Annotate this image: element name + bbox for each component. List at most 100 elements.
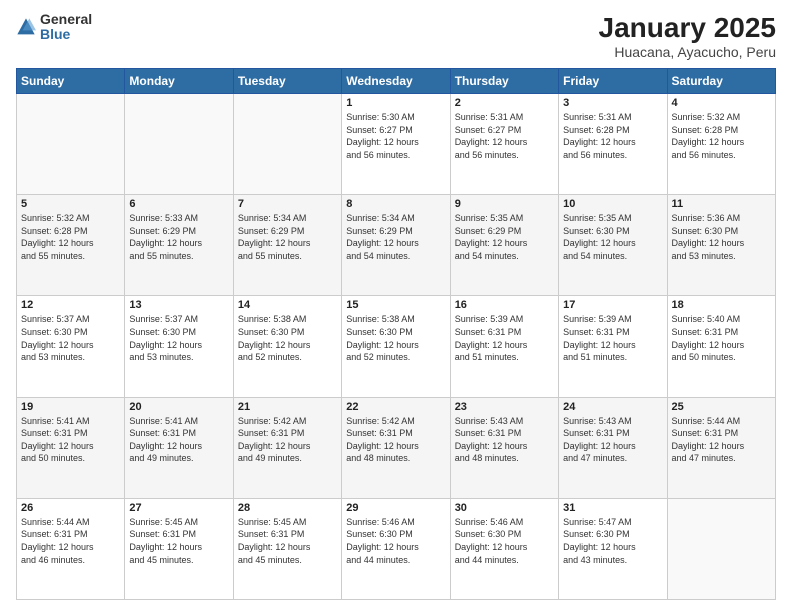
day-info: Sunrise: 5:35 AMSunset: 6:29 PMDaylight:… (455, 212, 554, 262)
day-info: Sunrise: 5:39 AMSunset: 6:31 PMDaylight:… (563, 313, 662, 363)
day-number: 26 (21, 502, 120, 514)
calendar-cell: 13Sunrise: 5:37 AMSunset: 6:30 PMDayligh… (125, 296, 233, 397)
calendar-cell: 20 Sunrise: 5:41 AMSunset: 6:31 PMDayligh… (125, 397, 233, 498)
calendar-cell: 8 Sunrise: 5:34 AMSunset: 6:29 PMDaylight… (342, 195, 450, 296)
day-info: Sunrise: 5:37 AMSunset: 6:30 PMDaylight:… (129, 313, 228, 363)
day-info: Sunrise: 5:32 AMSunset: 6:28 PMDaylight:… (21, 212, 120, 262)
day-number: 11 (672, 198, 771, 210)
day-info: Sunrise: 5:42 AMSunset: 6:31 PMDaylight:… (346, 415, 445, 465)
day-number: 31 (563, 502, 662, 514)
day-info: Sunrise: 5:41 AMSunset: 6:31 PMDaylight:… (21, 415, 120, 465)
calendar-title: January 2025 (599, 12, 776, 44)
calendar-week-3: 19Sunrise: 5:41 AMSunset: 6:31 PMDayligh… (17, 397, 776, 498)
header-thursday: Thursday (450, 69, 558, 94)
day-info: Sunrise: 5:33 AMSunset: 6:29 PMDaylight:… (129, 212, 228, 262)
day-number: 1 (346, 97, 445, 109)
day-info: Sunrise: 5:32 AMSunset: 6:28 PMDaylight:… (672, 111, 771, 161)
calendar-cell: 15 Sunrise: 5:38 AMSunset: 6:30 PMDayligh… (342, 296, 450, 397)
calendar-cell: 14 Sunrise: 5:38 AMSunset: 6:30 PMDayligh… (233, 296, 341, 397)
calendar-cell (667, 498, 775, 599)
day-info: Sunrise: 5:42 AMSunset: 6:31 PMDaylight:… (238, 415, 337, 465)
header-friday: Friday (559, 69, 667, 94)
day-number: 24 (563, 401, 662, 413)
logo-blue-text: Blue (40, 27, 92, 42)
day-number: 5 (21, 198, 120, 210)
calendar-cell: 18Sunrise: 5:40 AMSunset: 6:31 PMDayligh… (667, 296, 775, 397)
day-info: Sunrise: 5:43 AMSunset: 6:31 PMDaylight:… (563, 415, 662, 465)
calendar-week-1: 5 Sunrise: 5:32 AMSunset: 6:28 PMDaylight… (17, 195, 776, 296)
day-number: 28 (238, 502, 337, 514)
day-number: 22 (346, 401, 445, 413)
calendar-cell: 17 Sunrise: 5:39 AMSunset: 6:31 PMDayligh… (559, 296, 667, 397)
day-number: 12 (21, 299, 120, 311)
day-number: 29 (346, 502, 445, 514)
calendar-cell: 12Sunrise: 5:37 AMSunset: 6:30 PMDayligh… (17, 296, 125, 397)
day-info: Sunrise: 5:35 AMSunset: 6:30 PMDaylight:… (563, 212, 662, 262)
day-info: Sunrise: 5:43 AMSunset: 6:31 PMDaylight:… (455, 415, 554, 465)
day-number: 8 (346, 198, 445, 210)
calendar-cell: 29 Sunrise: 5:46 AMSunset: 6:30 PMDayligh… (342, 498, 450, 599)
header-wednesday: Wednesday (342, 69, 450, 94)
day-info: Sunrise: 5:46 AMSunset: 6:30 PMDaylight:… (455, 516, 554, 566)
day-number: 16 (455, 299, 554, 311)
calendar-cell: 24 Sunrise: 5:43 AMSunset: 6:31 PMDayligh… (559, 397, 667, 498)
calendar-cell: 21Sunrise: 5:42 AMSunset: 6:31 PMDayligh… (233, 397, 341, 498)
day-info: Sunrise: 5:30 AMSunset: 6:27 PMDaylight:… (346, 111, 445, 161)
day-number: 7 (238, 198, 337, 210)
day-info: Sunrise: 5:34 AMSunset: 6:29 PMDaylight:… (346, 212, 445, 262)
day-number: 4 (672, 97, 771, 109)
calendar-cell: 2Sunrise: 5:31 AMSunset: 6:27 PMDaylight… (450, 94, 558, 195)
page: General Blue January 2025 Huacana, Ayacu… (0, 0, 792, 612)
day-info: Sunrise: 5:44 AMSunset: 6:31 PMDaylight:… (21, 516, 120, 566)
weekday-header-row: Sunday Monday Tuesday Wednesday Thursday… (17, 69, 776, 94)
calendar-week-4: 26 Sunrise: 5:44 AMSunset: 6:31 PMDayligh… (17, 498, 776, 599)
day-info: Sunrise: 5:38 AMSunset: 6:30 PMDaylight:… (238, 313, 337, 363)
calendar-cell: 3Sunrise: 5:31 AMSunset: 6:28 PMDaylight… (559, 94, 667, 195)
title-block: January 2025 Huacana, Ayacucho, Peru (599, 12, 776, 60)
day-number: 20 (129, 401, 228, 413)
day-number: 14 (238, 299, 337, 311)
day-number: 9 (455, 198, 554, 210)
calendar-cell (233, 94, 341, 195)
calendar-cell: 1 Sunrise: 5:30 AMSunset: 6:27 PMDaylight… (342, 94, 450, 195)
day-info: Sunrise: 5:41 AMSunset: 6:31 PMDaylight:… (129, 415, 228, 465)
logo-icon (16, 17, 36, 37)
calendar-cell: 19Sunrise: 5:41 AMSunset: 6:31 PMDayligh… (17, 397, 125, 498)
header-saturday: Saturday (667, 69, 775, 94)
day-info: Sunrise: 5:40 AMSunset: 6:31 PMDaylight:… (672, 313, 771, 363)
calendar-week-2: 12 Sunrise: 5:37 AMSunset: 6:30 PMDayligh… (17, 296, 776, 397)
day-number: 30 (455, 502, 554, 514)
logo: General Blue (16, 12, 92, 43)
day-info: Sunrise: 5:47 AMSunset: 6:30 PMDaylight:… (563, 516, 662, 566)
calendar-cell: 11 Sunrise: 5:36 AMSunset: 6:30 PMDayligh… (667, 195, 775, 296)
day-info: Sunrise: 5:45 AMSunset: 6:31 PMDaylight:… (129, 516, 228, 566)
day-info: Sunrise: 5:46 AMSunset: 6:30 PMDaylight:… (346, 516, 445, 566)
day-number: 15 (346, 299, 445, 311)
header-tuesday: Tuesday (233, 69, 341, 94)
day-number: 6 (129, 198, 228, 210)
calendar-table: Sunday Monday Tuesday Wednesday Thursday… (16, 68, 776, 600)
day-number: 17 (563, 299, 662, 311)
calendar-cell: 26 Sunrise: 5:44 AMSunset: 6:31 PMDayligh… (17, 498, 125, 599)
day-info: Sunrise: 5:45 AMSunset: 6:31 PMDaylight:… (238, 516, 337, 566)
calendar-cell: 30 Sunrise: 5:46 AMSunset: 6:30 PMDayligh… (450, 498, 558, 599)
calendar-cell: 27 Sunrise: 5:45 AMSunset: 6:31 PMDayligh… (125, 498, 233, 599)
calendar-subtitle: Huacana, Ayacucho, Peru (599, 44, 776, 60)
header: General Blue January 2025 Huacana, Ayacu… (16, 12, 776, 60)
day-number: 3 (563, 97, 662, 109)
calendar-cell: 5 Sunrise: 5:32 AMSunset: 6:28 PMDaylight… (17, 195, 125, 296)
day-info: Sunrise: 5:34 AMSunset: 6:29 PMDaylight:… (238, 212, 337, 262)
calendar-week-0: 1 Sunrise: 5:30 AMSunset: 6:27 PMDaylight… (17, 94, 776, 195)
day-info: Sunrise: 5:36 AMSunset: 6:30 PMDaylight:… (672, 212, 771, 262)
logo-general-text: General (40, 12, 92, 27)
day-info: Sunrise: 5:44 AMSunset: 6:31 PMDaylight:… (672, 415, 771, 465)
calendar-cell: 31 Sunrise: 5:47 AMSunset: 6:30 PMDayligh… (559, 498, 667, 599)
calendar-cell: 28 Sunrise: 5:45 AMSunset: 6:31 PMDayligh… (233, 498, 341, 599)
header-monday: Monday (125, 69, 233, 94)
day-number: 27 (129, 502, 228, 514)
calendar-cell (17, 94, 125, 195)
logo-text: General Blue (40, 12, 92, 43)
day-info: Sunrise: 5:38 AMSunset: 6:30 PMDaylight:… (346, 313, 445, 363)
header-sunday: Sunday (17, 69, 125, 94)
calendar-cell: 6 Sunrise: 5:33 AMSunset: 6:29 PMDaylight… (125, 195, 233, 296)
